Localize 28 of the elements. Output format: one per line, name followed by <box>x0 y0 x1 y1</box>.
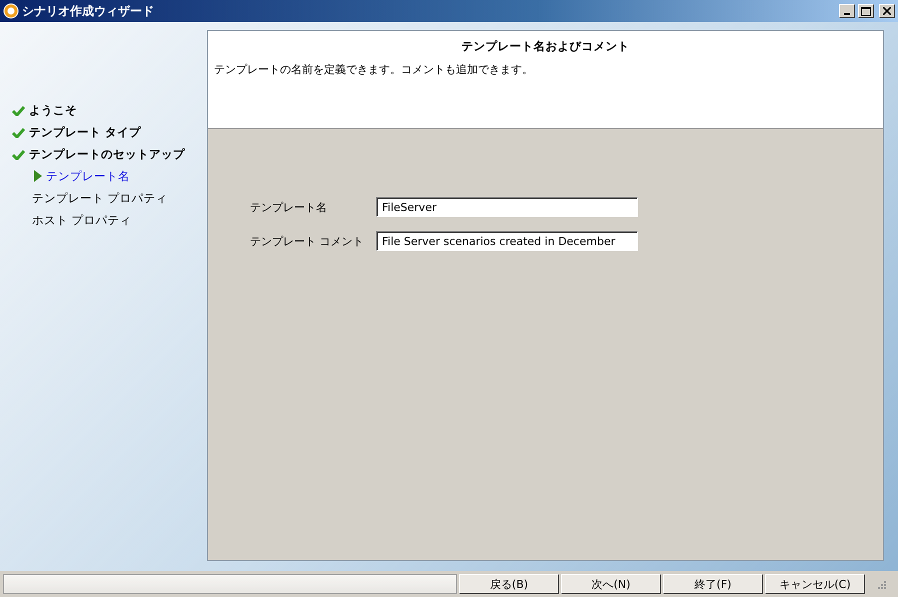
close-icon <box>883 7 891 15</box>
wizard-step: テンプレート プロパティ <box>32 190 168 206</box>
maximize-icon <box>861 6 871 16</box>
wizard-step: ようこそ <box>29 102 77 118</box>
page-description: テンプレートの名前を定義できます。コメントも追加できます。 <box>214 62 534 77</box>
wizard-button[interactable]: 次へ(N) <box>561 574 661 594</box>
checkmark-icon <box>12 126 25 138</box>
checkmark-icon <box>12 104 25 116</box>
input-field[interactable]: File Server scenarios created in December <box>376 231 638 251</box>
close-button[interactable] <box>879 4 895 18</box>
wizard-step: テンプレート名 <box>46 168 130 184</box>
wizard-button[interactable]: 終了(F) <box>663 574 763 594</box>
field-label: テンプレート名 <box>250 200 328 214</box>
resize-grip-icon <box>875 578 887 590</box>
wizard-button[interactable]: 戻る(B) <box>459 574 559 594</box>
page-title: テンプレート名およびコメント <box>460 39 630 54</box>
window-title: シナリオ作成ウィザード <box>22 2 155 20</box>
arrow-icon <box>34 170 42 182</box>
wizard-step: ホスト プロパティ <box>32 212 132 228</box>
field-label: テンプレート コメント <box>250 234 364 248</box>
input-field[interactable]: FileServer <box>376 197 638 217</box>
app-icon <box>3 3 19 19</box>
maximize-button[interactable] <box>858 4 874 18</box>
wizard-button[interactable]: キャンセル(C) <box>765 574 865 594</box>
wizard-step: テンプレート タイプ <box>29 124 142 140</box>
wizard-step: テンプレートのセットアップ <box>29 146 185 162</box>
minimize-button[interactable] <box>839 4 855 18</box>
checkmark-icon <box>12 148 25 160</box>
